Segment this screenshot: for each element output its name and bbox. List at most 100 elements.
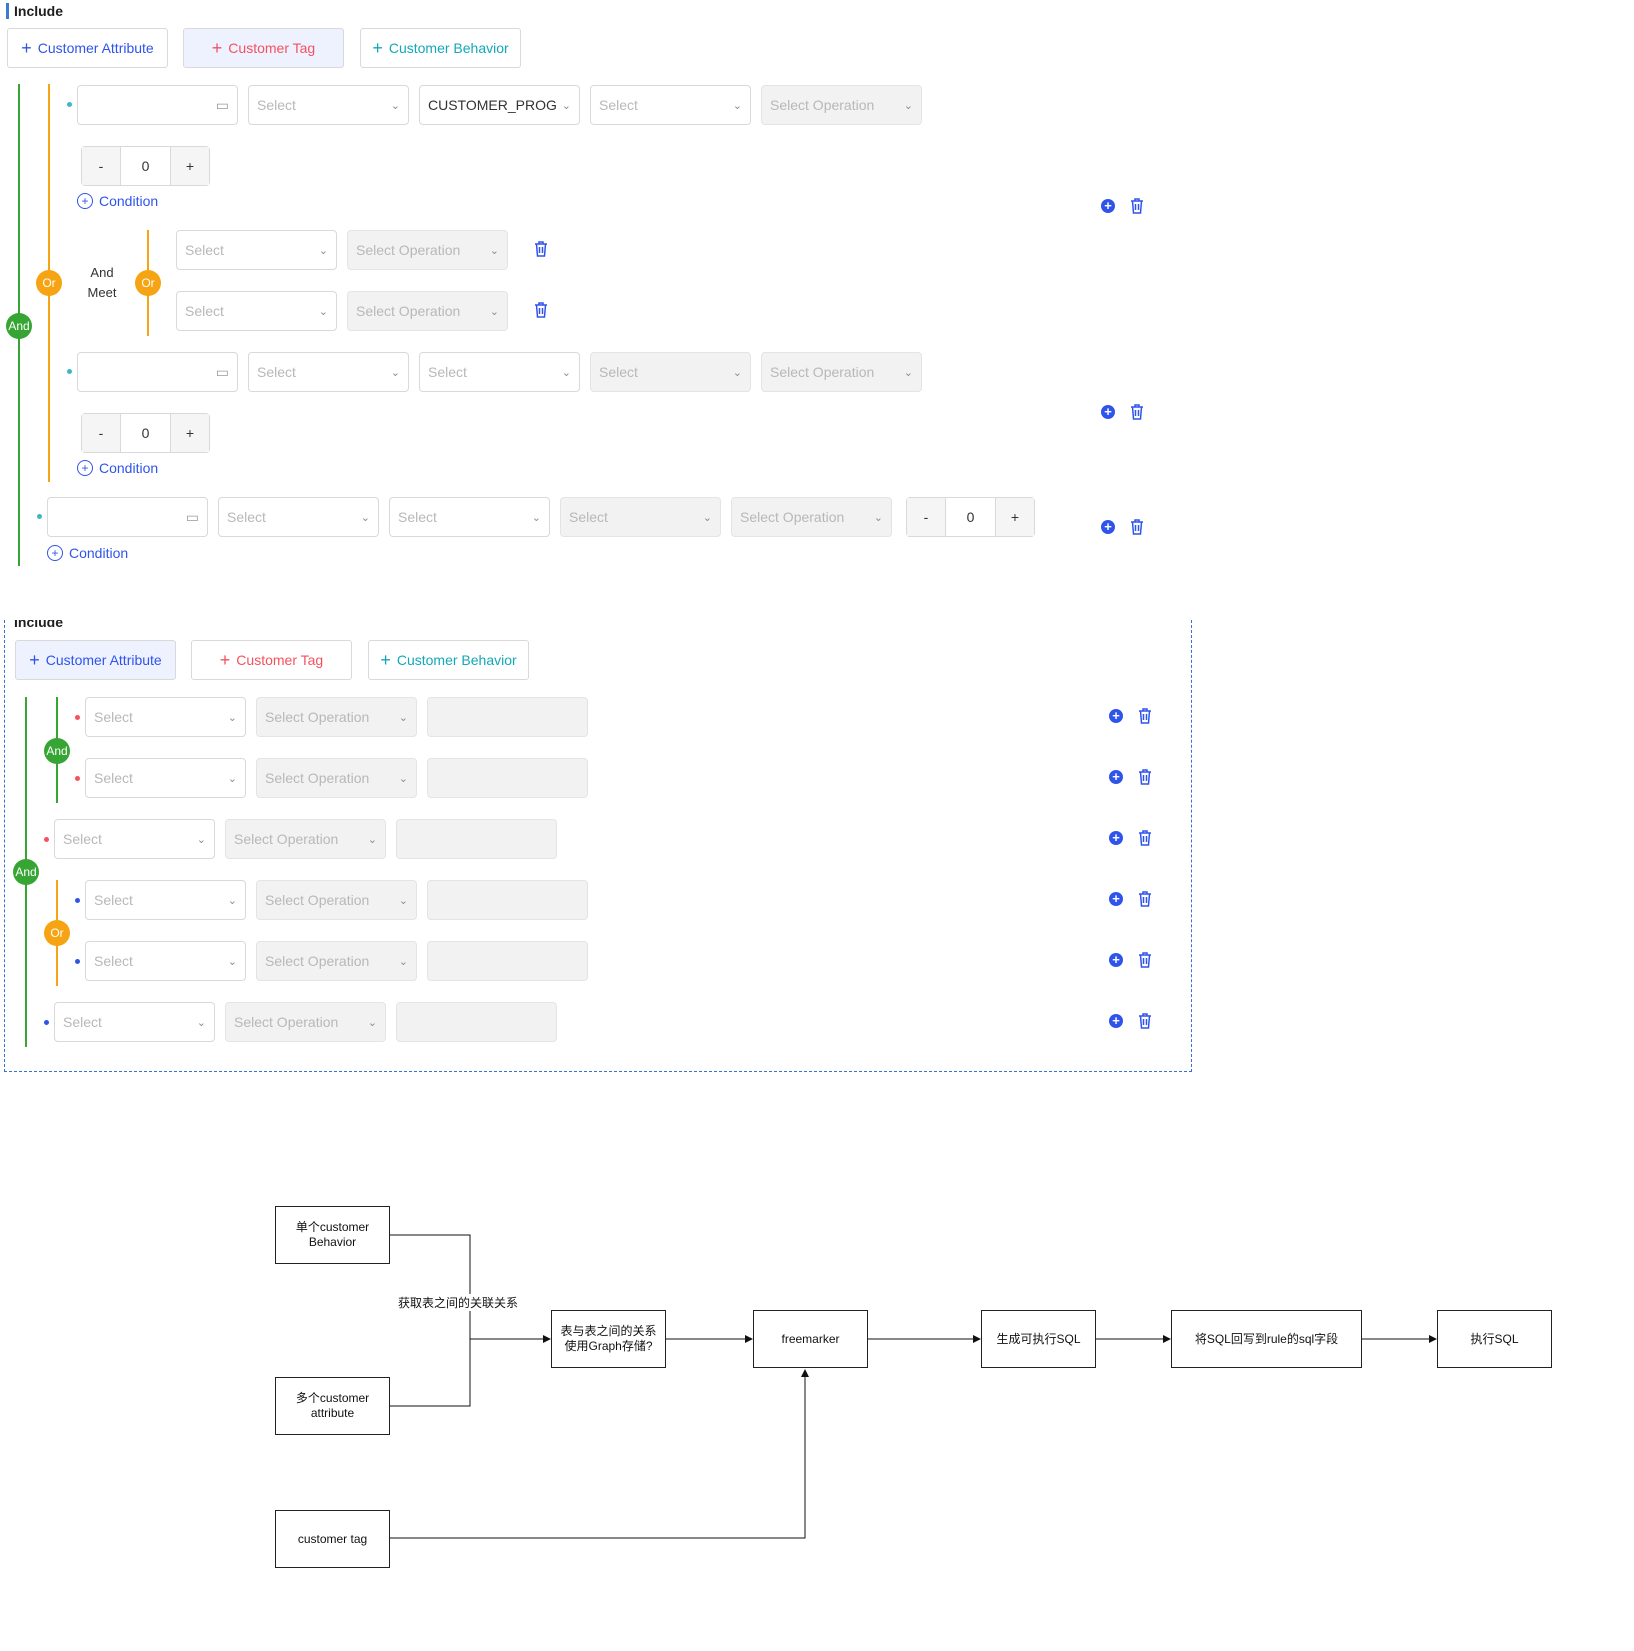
flow-node-generate-sql: 生成可执行SQL bbox=[981, 1310, 1096, 1368]
quantity-stepper[interactable]: - 0 + bbox=[81, 146, 210, 186]
trash-icon[interactable] bbox=[1138, 708, 1152, 724]
decrement-button[interactable]: - bbox=[82, 147, 120, 185]
decrement-button[interactable]: - bbox=[82, 414, 120, 452]
field-select[interactable]: Select ⌄ bbox=[218, 497, 379, 537]
stepper-value[interactable]: 0 bbox=[945, 498, 996, 536]
program-select[interactable]: Select ⌄ bbox=[389, 497, 550, 537]
add-row-icon[interactable]: + bbox=[1109, 1014, 1123, 1028]
trash-icon[interactable] bbox=[1130, 519, 1144, 535]
date-picker[interactable]: ▭ bbox=[77, 85, 238, 125]
add-row-icon[interactable]: + bbox=[1109, 831, 1123, 845]
trash-icon[interactable] bbox=[1130, 198, 1144, 214]
add-row-icon[interactable]: + bbox=[1109, 953, 1123, 967]
operation-select[interactable]: Select Operation ⌄ bbox=[731, 497, 892, 537]
field-select[interactable]: Select ⌄ bbox=[85, 941, 246, 981]
value-input[interactable] bbox=[427, 880, 588, 920]
value-input[interactable] bbox=[427, 758, 588, 798]
add-condition-button[interactable]: + Condition bbox=[77, 193, 158, 209]
select-label: Select bbox=[398, 509, 437, 525]
add-customer-behavior-button[interactable]: + Customer Behavior bbox=[368, 640, 529, 680]
trash-icon[interactable] bbox=[1138, 830, 1152, 846]
date-picker[interactable]: ▭ bbox=[77, 352, 238, 392]
chevron-down-icon: ⌄ bbox=[390, 366, 400, 379]
add-row-icon[interactable]: + bbox=[1101, 199, 1115, 213]
trash-icon[interactable] bbox=[1138, 952, 1152, 968]
add-condition-button[interactable]: + Condition bbox=[47, 545, 128, 561]
field-select[interactable]: Select ⌄ bbox=[248, 352, 409, 392]
stepper-value[interactable]: 0 bbox=[120, 414, 171, 452]
add-customer-attribute-button[interactable]: + Customer Attribute bbox=[15, 640, 176, 680]
attribute-select[interactable]: Select ⌄ bbox=[590, 85, 751, 125]
increment-button[interactable]: + bbox=[996, 498, 1034, 536]
operation-select[interactable]: Select Operation ⌄ bbox=[225, 1002, 386, 1042]
program-select[interactable]: Select ⌄ bbox=[419, 352, 580, 392]
chevron-down-icon: ⌄ bbox=[903, 99, 913, 112]
increment-button[interactable]: + bbox=[171, 147, 209, 185]
add-customer-attribute-button[interactable]: + Customer Attribute bbox=[7, 28, 168, 68]
operation-select[interactable]: Select Operation ⌄ bbox=[256, 697, 417, 737]
stepper-value[interactable]: 0 bbox=[120, 147, 171, 185]
trash-icon[interactable] bbox=[1130, 404, 1144, 420]
and-badge-sub[interactable]: And bbox=[44, 738, 70, 764]
operation-select[interactable]: Select Operation ⌄ bbox=[256, 941, 417, 981]
add-row-icon[interactable]: + bbox=[1109, 892, 1123, 906]
value-input[interactable] bbox=[396, 819, 557, 859]
add-row-icon[interactable]: + bbox=[1109, 770, 1123, 784]
add-customer-tag-button[interactable]: + Customer Tag bbox=[183, 28, 344, 68]
chevron-down-icon: ⌄ bbox=[732, 99, 742, 112]
trash-icon[interactable] bbox=[1138, 891, 1152, 907]
add-row-icon[interactable]: + bbox=[1101, 520, 1115, 534]
add-row-icon[interactable]: + bbox=[1101, 405, 1115, 419]
add-row-icon[interactable]: + bbox=[1109, 709, 1123, 723]
operation-select[interactable]: Select Operation ⌄ bbox=[761, 352, 922, 392]
operation-select[interactable]: Select Operation ⌄ bbox=[225, 819, 386, 859]
plus-circle-icon: + bbox=[77, 460, 93, 476]
or-badge-sub[interactable]: Or bbox=[135, 270, 161, 296]
or-badge[interactable]: Or bbox=[36, 270, 62, 296]
button-label: Customer Tag bbox=[236, 652, 324, 668]
trash-icon[interactable] bbox=[534, 302, 548, 318]
sub-select[interactable]: Select ⌄ bbox=[176, 230, 337, 270]
trash-icon[interactable] bbox=[1138, 1013, 1152, 1029]
value-input[interactable] bbox=[396, 1002, 557, 1042]
node-label: freemarker bbox=[781, 1331, 840, 1346]
quantity-stepper[interactable]: - 0 + bbox=[906, 497, 1035, 537]
operation-select[interactable]: Select Operation ⌄ bbox=[256, 880, 417, 920]
add-customer-behavior-button[interactable]: + Customer Behavior bbox=[360, 28, 521, 68]
sub-operation-select[interactable]: Select Operation ⌄ bbox=[347, 230, 508, 270]
or-badge-sub[interactable]: Or bbox=[44, 920, 70, 946]
chevron-down-icon: ⌄ bbox=[398, 894, 408, 907]
field-select[interactable]: Select ⌄ bbox=[248, 85, 409, 125]
row-dot bbox=[75, 898, 80, 903]
operation-select[interactable]: Select Operation ⌄ bbox=[256, 758, 417, 798]
and-badge[interactable]: And bbox=[13, 859, 39, 885]
and-badge[interactable]: And bbox=[6, 313, 32, 339]
field-select[interactable]: Select ⌄ bbox=[85, 697, 246, 737]
program-select[interactable]: CUSTOMER_PROGRAM⌄ bbox=[419, 85, 580, 125]
decrement-button[interactable]: - bbox=[907, 498, 945, 536]
sub-select[interactable]: Select ⌄ bbox=[176, 291, 337, 331]
increment-button[interactable]: + bbox=[171, 414, 209, 452]
chevron-down-icon: ⌄ bbox=[227, 955, 237, 968]
field-select[interactable]: Select ⌄ bbox=[85, 880, 246, 920]
node-label: 执行SQL bbox=[1470, 1331, 1519, 1346]
trash-icon[interactable] bbox=[534, 241, 548, 257]
trash-icon[interactable] bbox=[1138, 769, 1152, 785]
chevron-down-icon: ⌄ bbox=[367, 833, 377, 846]
date-picker[interactable]: ▭ bbox=[47, 497, 208, 537]
field-select[interactable]: Select ⌄ bbox=[54, 819, 215, 859]
attribute-select[interactable]: Select ⌄ bbox=[560, 497, 721, 537]
operation-select[interactable]: Select Operation ⌄ bbox=[761, 85, 922, 125]
row-dot bbox=[44, 837, 49, 842]
chevron-down-icon: ⌄ bbox=[318, 244, 328, 257]
value-input[interactable] bbox=[427, 697, 588, 737]
value-input[interactable] bbox=[427, 941, 588, 981]
add-customer-tag-button[interactable]: + Customer Tag bbox=[191, 640, 352, 680]
quantity-stepper[interactable]: - 0 + bbox=[81, 413, 210, 453]
field-select[interactable]: Select ⌄ bbox=[85, 758, 246, 798]
field-select[interactable]: Select ⌄ bbox=[54, 1002, 215, 1042]
plus-icon: + bbox=[211, 38, 223, 58]
attribute-select[interactable]: Select ⌄ bbox=[590, 352, 751, 392]
sub-operation-select[interactable]: Select Operation ⌄ bbox=[347, 291, 508, 331]
add-condition-button[interactable]: + Condition bbox=[77, 460, 158, 476]
